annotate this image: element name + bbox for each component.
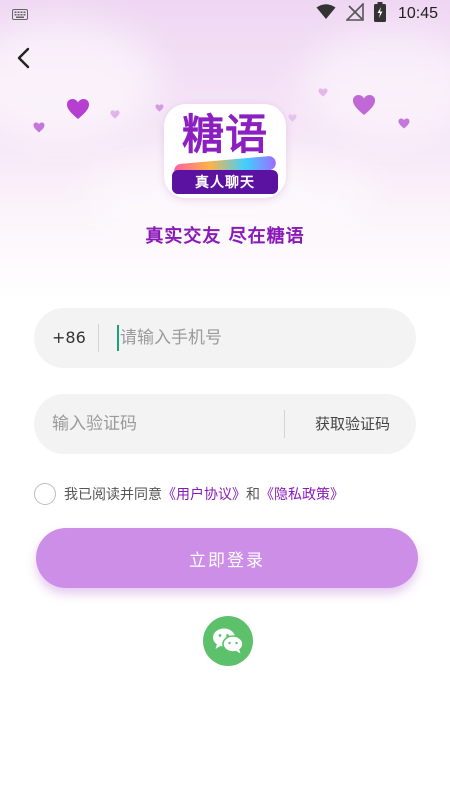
agreement-conjunction: 和	[246, 487, 260, 503]
agreement-text: 我已阅读并同意	[64, 487, 162, 503]
heart-icon	[67, 99, 89, 119]
wifi-icon	[316, 4, 336, 24]
phone-input-row: +86	[34, 308, 416, 368]
divider	[284, 410, 285, 438]
app-logo: 糖语 真人聊天	[164, 104, 286, 198]
back-button[interactable]	[10, 44, 38, 72]
no-signal-icon	[345, 2, 364, 25]
agreement-row: 我已阅读并同意 《用户协议》 和 《隐私政策》	[34, 480, 344, 508]
wechat-icon	[213, 628, 244, 654]
heart-icon	[155, 104, 164, 112]
battery-charging-icon	[373, 2, 386, 26]
heart-icon	[318, 88, 328, 97]
wechat-login-button[interactable]	[203, 616, 253, 666]
login-button[interactable]: 立即登录	[36, 528, 418, 588]
get-code-button[interactable]: 获取验证码	[315, 394, 390, 454]
heart-icon	[353, 95, 375, 115]
code-input-row: 获取验证码	[34, 394, 416, 454]
heart-icon	[288, 114, 297, 122]
heart-icon	[33, 122, 45, 133]
heart-icon	[398, 118, 410, 129]
status-bar: 10:45	[0, 0, 450, 28]
verification-code-input[interactable]	[52, 394, 272, 454]
privacy-policy-link[interactable]: 《隐私政策》	[260, 484, 344, 504]
logo-badge: 真人聊天	[172, 170, 278, 194]
divider	[98, 324, 99, 352]
agreement-checkbox[interactable]	[34, 483, 56, 505]
chevron-left-icon	[17, 47, 30, 69]
heart-icon	[110, 110, 120, 119]
keyboard-icon	[12, 5, 28, 24]
status-time: 10:45	[397, 5, 438, 22]
country-code[interactable]: +86	[52, 308, 86, 368]
slogan: 真实交友 尽在糖语	[145, 226, 305, 247]
phone-input[interactable]	[120, 308, 400, 368]
user-agreement-link[interactable]: 《用户协议》	[162, 484, 246, 504]
text-cursor	[117, 325, 119, 351]
